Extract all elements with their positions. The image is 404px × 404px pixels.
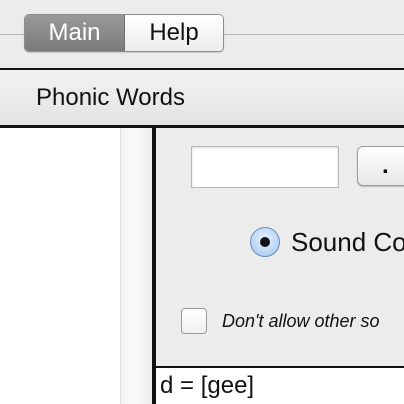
- dont-allow-checkbox[interactable]: [181, 308, 207, 334]
- section-header: Phonic Words: [0, 70, 404, 128]
- toolbar-line-left: [0, 34, 24, 35]
- output-line: d = [gee]: [160, 372, 255, 399]
- word-input[interactable]: [191, 146, 339, 188]
- word-list-pane[interactable]: [0, 128, 120, 404]
- tab-segmented-control: Main Help: [24, 14, 224, 52]
- toolbar: Main Help: [0, 0, 404, 70]
- radio-selected-dot: [260, 237, 270, 247]
- tab-help[interactable]: Help: [125, 15, 223, 51]
- sound-radio-label[interactable]: Sound Co: [291, 227, 404, 258]
- app-window: Main Help Phonic Words . Sound Co Don't …: [0, 0, 404, 404]
- sound-radio-button[interactable]: [250, 227, 280, 257]
- vertical-scrollbar[interactable]: [120, 128, 152, 404]
- output-text-area[interactable]: d = [gee]: [156, 366, 404, 404]
- toolbar-line-right: [224, 34, 404, 35]
- dot-button[interactable]: .: [357, 146, 404, 186]
- tab-main[interactable]: Main: [25, 15, 125, 51]
- dont-allow-label[interactable]: Don't allow other so: [222, 311, 380, 332]
- page-title: Phonic Words: [36, 84, 185, 111]
